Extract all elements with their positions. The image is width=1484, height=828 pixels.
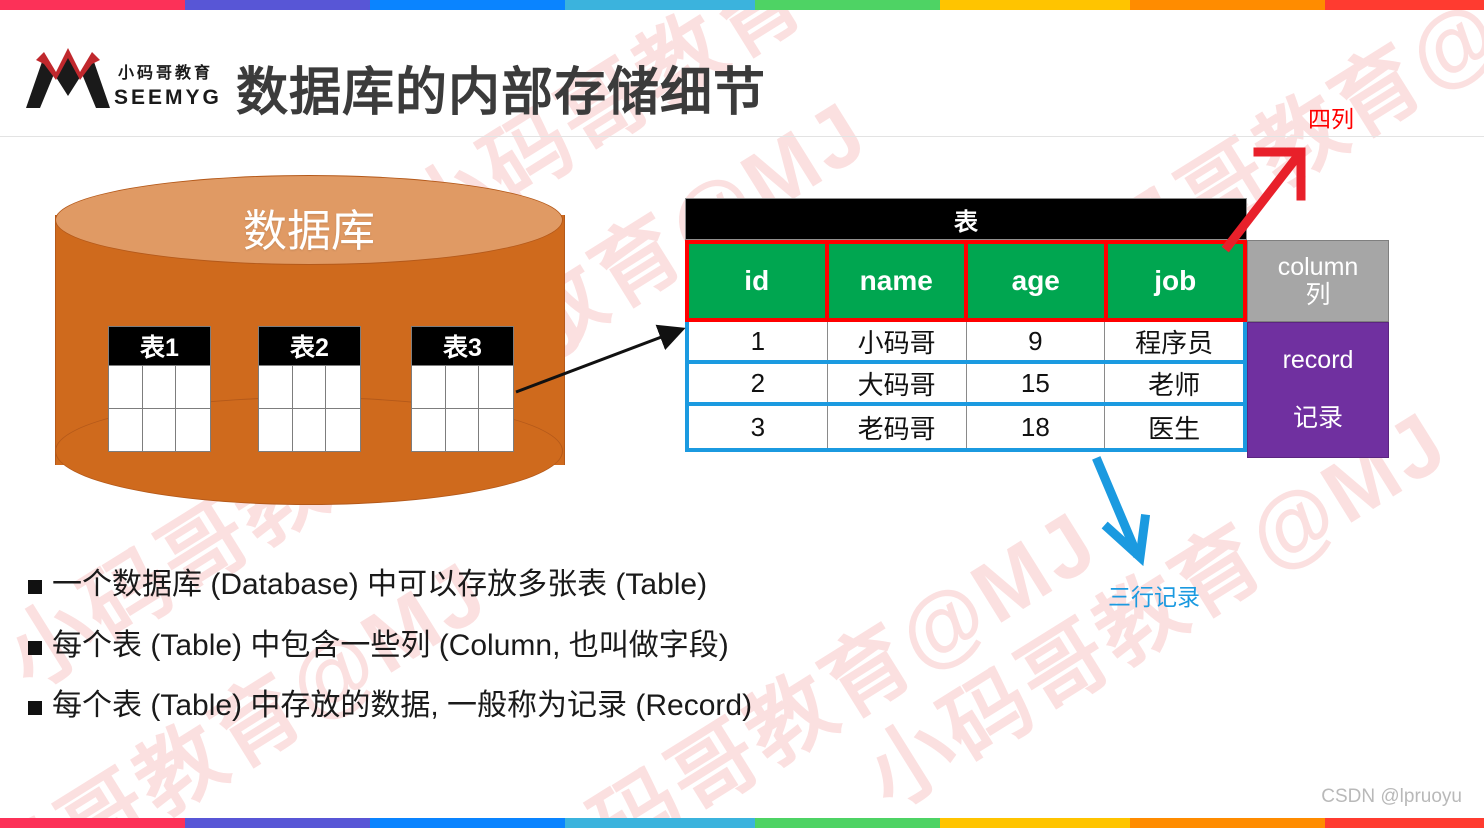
- color-bar-segment: [370, 818, 565, 828]
- mini-cell: [445, 365, 480, 408]
- legend-column-en: column: [1277, 253, 1359, 281]
- slide-root: 小码哥教育@MJ 小码哥教育@MJ 小码哥教育@MJ 小码哥教育@MJ 小码哥教…: [0, 0, 1484, 828]
- mini-cell: [445, 408, 480, 451]
- cell-name: 大码哥: [827, 364, 967, 402]
- bottom-color-bar: [0, 818, 1484, 828]
- mini-cell: [326, 365, 360, 408]
- color-bar-segment: [940, 818, 1130, 828]
- mini-table-grid: [259, 365, 360, 451]
- main-table-title: 表: [685, 198, 1247, 240]
- bullet-square-icon: [28, 580, 42, 594]
- mini-table-1: 表1: [108, 326, 211, 452]
- mini-table-title: 表3: [412, 327, 513, 365]
- cell-job: 老师: [1105, 364, 1243, 402]
- main-table-header-row: id name age job: [685, 240, 1247, 322]
- seemygo-logo: 小码哥教育 SEEMYGO: [22, 46, 222, 112]
- cell-name: 老码哥: [827, 406, 967, 448]
- bullet-square-icon: [28, 640, 42, 655]
- color-bar-segment: [1325, 818, 1484, 828]
- top-color-bar: [0, 0, 1484, 10]
- page-title: 数据库的内部存储细节: [236, 64, 767, 122]
- mini-cell: [479, 365, 513, 408]
- main-table-body: 1 小码哥 9 程序员 2 大码哥 15 老师 3 老码哥 18 医生: [685, 322, 1247, 452]
- database-label: 数据库: [243, 207, 375, 256]
- list-item: 一个数据库 (Database) 中可以存放多张表 (Table): [28, 566, 752, 604]
- color-bar-segment: [1130, 818, 1325, 828]
- cell-name: 小码哥: [827, 322, 967, 360]
- annotation-three-rows: 三行记录: [1108, 584, 1200, 610]
- mini-cell: [142, 408, 177, 451]
- table-row: 2 大码哥 15 老师: [689, 364, 1243, 406]
- cell-age: 9: [966, 322, 1106, 360]
- mini-cell: [142, 365, 177, 408]
- column-header-job: job: [1107, 244, 1243, 318]
- mini-cell: [259, 408, 293, 451]
- slide-header: 小码哥教育 SEEMYGO 数据库的内部存储细节: [0, 10, 1484, 136]
- color-bar-segment: [0, 818, 185, 828]
- column-header-id: id: [689, 244, 829, 318]
- color-bar-segment: [0, 0, 185, 10]
- bullet-text: 一个数据库 (Database) 中可以存放多张表 (Table): [52, 568, 708, 601]
- legend-boxes: column 列 record 记录: [1247, 240, 1389, 458]
- color-bar-segment: [565, 0, 755, 10]
- mini-cell: [326, 408, 360, 451]
- logo-mountain-icon: [26, 48, 110, 108]
- mini-cell: [176, 408, 210, 451]
- cell-job: 程序员: [1105, 322, 1243, 360]
- mini-cell: [292, 365, 327, 408]
- cell-age: 18: [966, 406, 1106, 448]
- bullet-list: 一个数据库 (Database) 中可以存放多张表 (Table) 每个表 (T…: [28, 566, 752, 748]
- cell-job: 医生: [1105, 406, 1243, 448]
- bullet-text: 每个表 (Table) 中存放的数据, 一般称为记录 (Record): [52, 689, 753, 722]
- mini-table-title: 表2: [259, 327, 360, 365]
- color-bar-segment: [185, 0, 370, 10]
- legend-column-box: column 列: [1247, 240, 1389, 322]
- list-item: 每个表 (Table) 中存放的数据, 一般称为记录 (Record): [28, 687, 752, 725]
- mini-cell: [109, 408, 143, 451]
- legend-record-cn: 记录: [1292, 404, 1343, 432]
- mini-cell: [412, 365, 446, 408]
- header-divider: [0, 136, 1484, 137]
- list-item: 每个表 (Table) 中包含一些列 (Column, 也叫做字段): [28, 627, 752, 665]
- column-header-name: name: [828, 244, 968, 318]
- mini-table-title: 表1: [109, 327, 210, 365]
- mini-cell: [412, 408, 446, 451]
- cell-age: 15: [966, 364, 1106, 402]
- legend-record-en: record: [1282, 346, 1354, 374]
- color-bar-segment: [755, 0, 940, 10]
- bullet-text: 每个表 (Table) 中包含一些列 (Column, 也叫做字段): [52, 628, 729, 662]
- svg-text:SEEMYGO: SEEMYGO: [114, 86, 222, 109]
- mini-table-grid: [412, 365, 513, 451]
- mini-cell: [479, 408, 513, 451]
- mini-cell: [292, 408, 327, 451]
- table-row: 1 小码哥 9 程序员: [689, 322, 1243, 364]
- mini-table-3: 表3: [411, 326, 514, 452]
- arrow-three-rows: [1092, 456, 1151, 567]
- color-bar-segment: [755, 818, 940, 828]
- color-bar-segment: [940, 0, 1130, 10]
- legend-record-box: record 记录: [1247, 322, 1389, 458]
- color-bar-segment: [565, 818, 755, 828]
- mini-cell: [176, 365, 210, 408]
- mini-cell: [259, 365, 293, 408]
- mini-cell: [109, 365, 143, 408]
- table-row: 3 老码哥 18 医生: [689, 406, 1243, 448]
- legend-column-cn: 列: [1305, 281, 1331, 309]
- cell-id: 1: [689, 322, 828, 360]
- mini-table-2: 表2: [258, 326, 361, 452]
- svg-text:小码哥教育: 小码哥教育: [118, 63, 213, 82]
- main-table: 表 id name age job 1 小码哥 9 程序员 2 大码哥 15 老…: [685, 198, 1247, 452]
- color-bar-segment: [370, 0, 565, 10]
- color-bar-segment: [1325, 0, 1484, 10]
- color-bar-segment: [185, 818, 370, 828]
- bullet-square-icon: [28, 701, 42, 715]
- color-bar-segment: [1130, 0, 1325, 10]
- column-header-age: age: [968, 244, 1108, 318]
- cell-id: 3: [689, 406, 828, 448]
- cell-id: 2: [689, 364, 828, 402]
- annotation-four-columns: 四列: [1308, 106, 1354, 132]
- mini-table-grid: [109, 365, 210, 451]
- csdn-credit: CSDN @lpruoyu: [1321, 786, 1462, 807]
